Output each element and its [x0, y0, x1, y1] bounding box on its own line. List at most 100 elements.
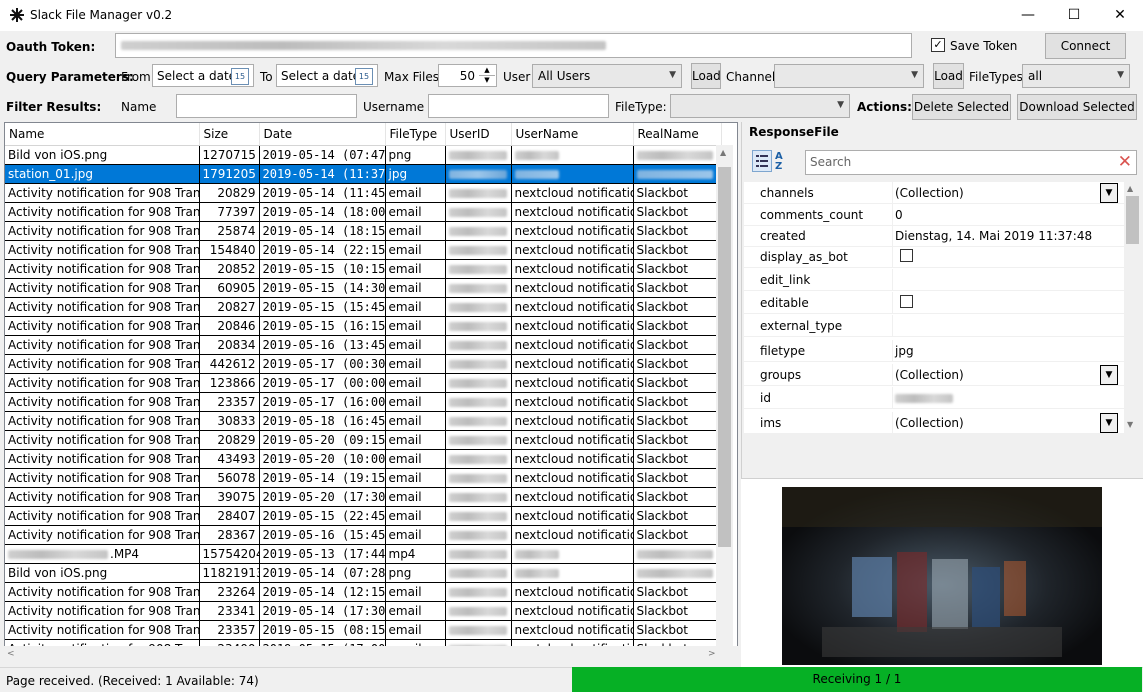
table-row[interactable]: Activity notification for 908 Transfer23…: [5, 620, 722, 640]
table-row[interactable]: Activity notification for 908 Transfer23…: [5, 392, 722, 412]
oauth-token-input[interactable]: [115, 33, 912, 58]
delete-selected-button[interactable]: Delete Selected: [912, 94, 1011, 120]
property-row-edit-link[interactable]: edit_link: [744, 269, 1124, 291]
column-header-username[interactable]: UserName: [511, 123, 634, 146]
grid-horizontal-scrollbar[interactable]: < >: [4, 646, 738, 664]
property-value-redacted: [895, 394, 953, 403]
table-row[interactable]: Activity notification for 908 Transfer56…: [5, 468, 722, 488]
table-row[interactable]: Activity notification for 908 Transfer20…: [5, 430, 722, 450]
filetypes-select[interactable]: all ▼: [1022, 64, 1130, 88]
table-row[interactable]: Activity notification for 908 Transfer15…: [5, 240, 722, 260]
table-row[interactable]: Activity notification for 908 Transfer39…: [5, 487, 722, 507]
load-users-button[interactable]: Load: [691, 63, 721, 89]
table-row[interactable]: .MP4 1575420442019-05-13 (17:44)mp4: [5, 544, 722, 564]
column-header-realname[interactable]: RealName: [633, 123, 722, 146]
table-row[interactable]: Activity notification for 908 Transfer28…: [5, 506, 722, 526]
cell-userid: [445, 506, 512, 526]
status-text: Page received. (Received: 1 Available: 7…: [6, 674, 259, 688]
property-row-created[interactable]: created Dienstag, 14. Mai 2019 11:37:48: [744, 225, 1124, 247]
property-row-display-as-bot[interactable]: display_as_bot: [744, 246, 1124, 268]
clear-search-icon[interactable]: ✕: [1118, 152, 1132, 172]
cell-size: 154840: [199, 240, 260, 260]
property-row-comments-count[interactable]: comments_count 0: [744, 204, 1124, 226]
username-filter-input[interactable]: [428, 94, 609, 118]
property-row-groups[interactable]: groups (Collection) ▼: [744, 364, 1124, 386]
table-row[interactable]: Activity notification for 908 Transfer44…: [5, 354, 722, 374]
table-row[interactable]: Activity notification for 908 Transfer28…: [5, 525, 722, 545]
calendar-icon[interactable]: 15: [231, 68, 249, 85]
scroll-thumb[interactable]: [1126, 196, 1139, 244]
property-row-filetype[interactable]: filetype jpg: [744, 340, 1124, 362]
calendar-icon[interactable]: 15: [355, 68, 373, 85]
table-row[interactable]: Bild von iOS.png 11821913 2019-05-14 (07:2…: [5, 563, 722, 583]
table-row[interactable]: Activity notification for 908 Transfer30…: [5, 411, 722, 431]
property-checkbox[interactable]: [900, 249, 913, 262]
table-row[interactable]: Activity notification for 908 Transfer23…: [5, 601, 722, 621]
cell-realname: Slackbot: [633, 297, 722, 317]
property-row-editable[interactable]: editable: [744, 292, 1124, 314]
scroll-up-icon[interactable]: ▲: [1127, 184, 1133, 193]
maximize-button[interactable]: ☐: [1051, 0, 1097, 31]
property-grid[interactable]: channels (Collection) ▼ comments_count 0 crea…: [744, 182, 1124, 434]
table-row[interactable]: Activity notification for 908 Transfer20…: [5, 183, 722, 203]
property-scrollbar[interactable]: ▲ ▼: [1124, 182, 1141, 434]
cell-date: 2019-05-17 (00:00): [259, 373, 386, 393]
scroll-right-icon[interactable]: >: [708, 649, 716, 659]
load-channels-button[interactable]: Load: [933, 63, 964, 89]
property-value: 0: [895, 208, 903, 222]
chevron-down-icon[interactable]: ▼: [1100, 413, 1118, 433]
column-header-size[interactable]: Size: [199, 123, 260, 146]
scroll-down-icon[interactable]: ▼: [1127, 420, 1133, 429]
filetype-filter-select[interactable]: ▼: [670, 94, 850, 118]
cell-size: 25874: [199, 221, 260, 241]
minimize-button[interactable]: —: [1005, 0, 1051, 31]
channel-label: Channel: [726, 70, 776, 84]
chevron-down-icon[interactable]: ▼: [1100, 365, 1118, 385]
property-search-input[interactable]: Search ✕: [805, 150, 1137, 175]
file-grid[interactable]: Name Size Date FileType UserID UserName RealNa…: [4, 122, 738, 664]
table-row[interactable]: Activity notification for 908 Transfer43…: [5, 449, 722, 469]
table-row[interactable]: station_01.jpg 1791205 2019-05-14 (11:37) j…: [5, 164, 722, 184]
property-checkbox[interactable]: [900, 295, 913, 308]
table-row[interactable]: Activity notification for 908 Transfer77…: [5, 202, 722, 222]
property-value: (Collection): [895, 416, 964, 430]
table-row[interactable]: Activity notification for 908 Transfer60…: [5, 278, 722, 298]
table-row[interactable]: Activity notification for 908 Transfer20…: [5, 335, 722, 355]
download-selected-button[interactable]: Download Selected: [1017, 94, 1137, 120]
column-header-name[interactable]: Name: [5, 123, 200, 146]
table-row[interactable]: Activity notification for 908 Transfer20…: [5, 297, 722, 317]
channel-select[interactable]: ▼: [774, 64, 924, 88]
table-row[interactable]: Activity notification for 908 Transfer20…: [5, 316, 722, 336]
property-row-channels[interactable]: channels (Collection) ▼: [744, 182, 1124, 204]
column-header-userid[interactable]: UserID: [445, 123, 512, 146]
name-filter-input[interactable]: [176, 94, 357, 118]
table-row[interactable]: Activity notification for 908 Transfer23…: [5, 582, 722, 602]
connect-button[interactable]: Connect: [1045, 33, 1126, 59]
property-row-id[interactable]: id: [744, 387, 1124, 409]
close-button[interactable]: ✕: [1097, 0, 1143, 31]
grid-vertical-scrollbar[interactable]: ▲: [716, 145, 733, 647]
save-token-checkbox[interactable]: ✓: [931, 38, 945, 52]
scroll-up-icon[interactable]: ▲: [720, 148, 726, 157]
stepper-down-icon[interactable]: ▼: [479, 76, 495, 86]
scroll-left-icon[interactable]: <: [7, 649, 15, 659]
property-row-ims[interactable]: ims (Collection) ▼: [744, 412, 1124, 434]
cell-userid: [445, 278, 512, 298]
user-select[interactable]: All Users ▼: [532, 64, 682, 88]
stepper-up-icon[interactable]: ▲: [479, 66, 495, 76]
column-header-date[interactable]: Date: [259, 123, 386, 146]
table-row[interactable]: Activity notification for 908 Transfer20…: [5, 259, 722, 279]
to-date-picker[interactable]: Select a date 15: [276, 64, 378, 87]
column-header-filetype[interactable]: FileType: [385, 123, 446, 146]
property-row-external-type[interactable]: external_type: [744, 315, 1124, 337]
table-row[interactable]: Bild von iOS.png 1270715 2019-05-14 (07:47…: [5, 145, 722, 165]
chevron-down-icon[interactable]: ▼: [1100, 183, 1118, 203]
alphabetical-sort-icon[interactable]: AZ: [775, 152, 795, 172]
table-row[interactable]: Activity notification for 908 Transfer25…: [5, 221, 722, 241]
table-row[interactable]: Activity notification for 908 Transfer12…: [5, 373, 722, 393]
cell-size: 20829: [199, 430, 260, 450]
max-files-stepper[interactable]: 50 ▲ ▼: [438, 64, 497, 87]
from-date-picker[interactable]: Select a date 15: [152, 64, 254, 87]
categorized-view-icon[interactable]: [752, 150, 772, 172]
scroll-thumb[interactable]: [718, 167, 731, 547]
